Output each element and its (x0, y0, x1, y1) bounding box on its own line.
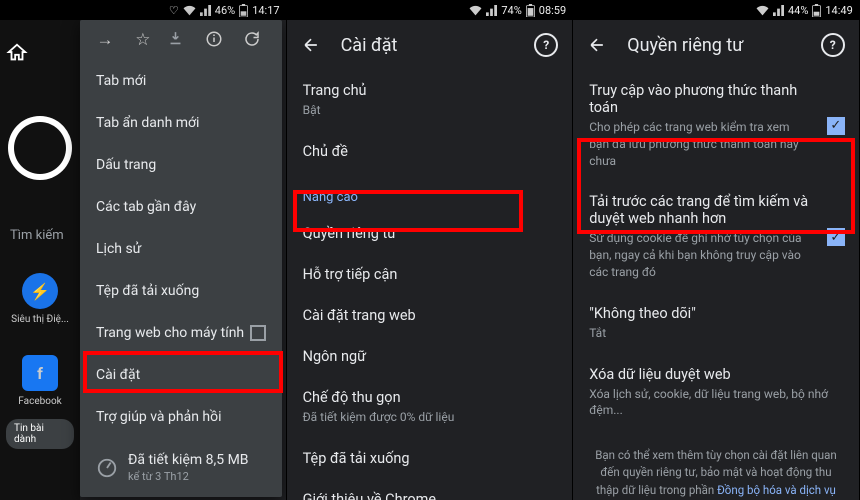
battery-percent: 46% (215, 4, 235, 17)
data-saved-label: Đã tiết kiệm 8,5 MB (128, 452, 249, 468)
app-label: Siêu thị Điệ... (11, 314, 69, 325)
back-icon[interactable] (301, 35, 321, 55)
wifi-icon (756, 5, 769, 16)
setting-about-chrome[interactable]: Giới thiệu về Chrome (287, 479, 573, 500)
back-icon[interactable] (587, 35, 607, 55)
setting-payment-access[interactable]: Truy cập vào phương thức thanh toán Cho … (573, 70, 859, 181)
star-icon[interactable]: ☆ (129, 30, 157, 50)
battery-percent: 74% (501, 4, 521, 17)
desktop-site-checkbox[interactable] (250, 325, 266, 341)
menu-incognito-tab[interactable]: Tab ẩn danh mới (80, 102, 282, 144)
search-input[interactable]: Tìm kiếm (0, 180, 80, 243)
status-bar: 44% 14:49 (573, 0, 859, 20)
menu-settings[interactable]: Cài đặt (80, 354, 282, 396)
home-icon[interactable] (0, 36, 80, 70)
page-title: Cài đặt (341, 35, 515, 56)
app-shortcut-1[interactable]: ⚡ Siêu thị Điệ... (0, 273, 80, 325)
battery-icon (239, 4, 248, 17)
menu-new-tab[interactable]: Tab mới (80, 60, 282, 102)
clock: 08:59 (539, 4, 566, 17)
setting-homepage[interactable]: Trang chủ Bật (287, 70, 573, 131)
advanced-header: Nâng cao (287, 172, 573, 213)
wifi-icon (183, 5, 196, 16)
setting-do-not-track[interactable]: "Không theo dõi" Tắt (573, 293, 859, 354)
facebook-icon: f (22, 355, 58, 391)
battery-percent: 44% (788, 4, 808, 17)
setting-language[interactable]: Ngôn ngữ (287, 336, 573, 377)
data-saved-sub: kể từ 3 Th12 (128, 470, 249, 483)
chrome-logo (8, 116, 72, 180)
menu-recent-tabs[interactable]: Các tab gần đây (80, 186, 282, 228)
gauge-icon (96, 457, 118, 479)
setting-accessibility[interactable]: Hỗ trợ tiếp cận (287, 254, 573, 295)
chrome-overflow-menu: → ☆ Tab mới Tab ẩn danh mới Dấu trang Cá… (80, 20, 282, 497)
app-shortcut-2[interactable]: f Facebook (0, 355, 80, 407)
battery-icon (812, 4, 821, 17)
setting-clear-browsing-data[interactable]: Xóa dữ liệu duyệt web Xóa lịch sử, cooki… (573, 354, 859, 432)
info-icon[interactable] (205, 30, 233, 50)
menu-history[interactable]: Lịch sử (80, 228, 282, 270)
setting-preload-pages[interactable]: Tải trước các trang để tìm kiếm và duyệt… (573, 181, 859, 292)
setting-privacy[interactable]: Quyền riêng tư (287, 213, 573, 254)
help-icon[interactable]: ? (821, 33, 845, 57)
forward-icon[interactable]: → (91, 30, 119, 50)
app-label: Facebook (18, 396, 61, 407)
menu-downloads[interactable]: Tệp đã tải xuống (80, 270, 282, 312)
status-bar: 74% 08:59 (287, 0, 573, 20)
setting-theme[interactable]: Chủ đề (287, 131, 573, 172)
bolt-icon: ⚡ (22, 273, 58, 309)
clock: 14:17 (252, 4, 279, 17)
menu-data-saver[interactable]: Đã tiết kiệm 8,5 MB kể từ 3 Th12 (80, 438, 282, 497)
page-title: Quyền riêng tư (627, 35, 801, 56)
heart-icon: ♡ (169, 4, 179, 17)
suggestion-chip[interactable]: Tin bài dành (6, 419, 74, 449)
menu-bookmarks[interactable]: Dấu trang (80, 144, 282, 186)
privacy-topbar: Quyền riêng tư ? (573, 20, 859, 70)
menu-icon-row: → ☆ (80, 20, 282, 60)
clock: 14:49 (825, 4, 852, 17)
phone-1-chrome-menu: ♡ 46% 14:17 Tìm kiếm ⚡ Siêu thị Điệ... f… (0, 0, 287, 500)
privacy-footnote: Bạn có thể xem thêm tùy chọn cài đặt liê… (573, 431, 859, 500)
refresh-icon[interactable] (243, 30, 271, 50)
chrome-home-backdrop: Tìm kiếm ⚡ Siêu thị Điệ... f Facebook Ti… (0, 20, 80, 500)
download-icon[interactable] (167, 30, 195, 50)
wifi-icon (469, 5, 482, 16)
battery-icon (526, 4, 535, 17)
phone-3-privacy: 44% 14:49 Quyền riêng tư ? Truy cập vào … (573, 0, 860, 500)
signal-icon (200, 5, 211, 16)
signal-icon (773, 5, 784, 16)
setting-site-settings[interactable]: Cài đặt trang web (287, 295, 573, 336)
menu-desktop-site[interactable]: Trang web cho máy tính (80, 312, 282, 354)
setting-lite-mode[interactable]: Chế độ thu gọn Đã tiết kiệm được 0% dữ l… (287, 377, 573, 438)
payment-access-checkbox[interactable]: ✓ (827, 117, 845, 135)
signal-icon (486, 5, 497, 16)
status-bar: ♡ 46% 14:17 (0, 0, 286, 20)
preload-pages-checkbox[interactable]: ✓ (827, 228, 845, 246)
settings-topbar: Cài đặt ? (287, 20, 573, 70)
help-icon[interactable]: ? (534, 33, 558, 57)
phone-2-settings: 74% 08:59 Cài đặt ? Trang chủ Bật Chủ đề… (287, 0, 574, 500)
setting-downloads[interactable]: Tệp đã tải xuống (287, 438, 573, 479)
menu-help[interactable]: Trợ giúp và phản hồi (80, 396, 282, 438)
